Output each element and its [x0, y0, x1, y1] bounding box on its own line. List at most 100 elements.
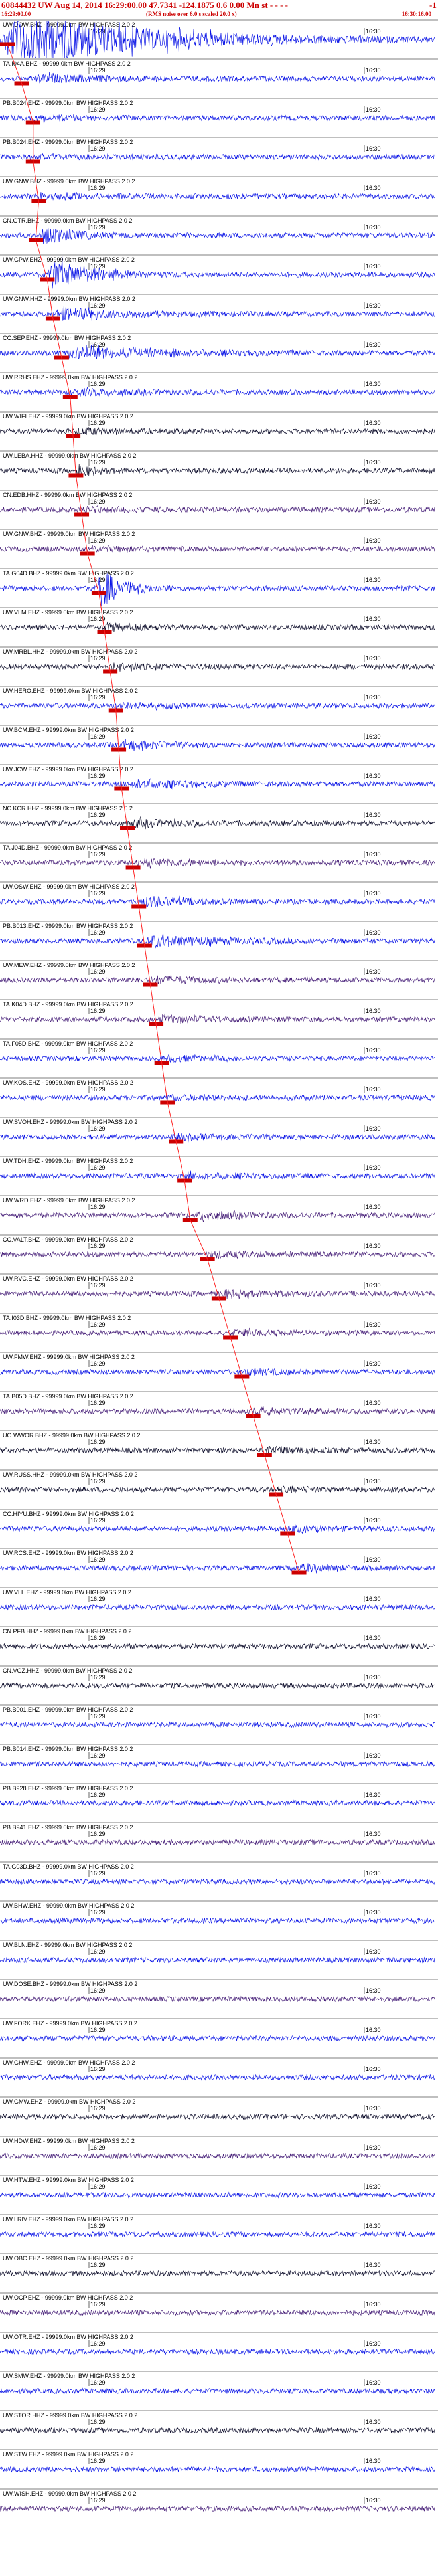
trace-time-end: 16:30: [366, 2144, 381, 2151]
trace-waveform: [0, 1054, 435, 1063]
trace-waveform: [0, 1604, 435, 1611]
trace-time-end: 16:30: [366, 381, 381, 387]
trace-channel-label: PB.B941.EHZ - 99999.0km BW HIGHPASS 2.0 …: [3, 1824, 133, 1831]
trace-time-end: 16:30: [366, 2066, 381, 2072]
trace-time-start: 16:29: [90, 2419, 106, 2425]
trace-time-end: 16:30: [366, 263, 381, 270]
trace-time-start: 16:29: [90, 2144, 106, 2151]
trace-waveform: [0, 2191, 435, 2199]
trace-time-end: 16:30: [366, 1752, 381, 1759]
trace-channel-label: UO.WWOR.BHZ - 99999.0km BW HIGHPASS 2.0 …: [3, 1432, 140, 1439]
trace-time-start: 16:29: [90, 968, 106, 975]
trace-time-start: 16:29: [90, 224, 106, 230]
trace-time-end: 16:30: [366, 2262, 381, 2268]
trace-channel-label: TA.F05D.BHZ - 99999.0km BW HIGHPASS 2.0 …: [3, 1040, 133, 1047]
trace-time-start: 16:29: [90, 1596, 106, 1602]
trace-waveform: [0, 2035, 435, 2042]
trace-time-end: 16:30: [366, 1360, 381, 1367]
trace-waveform: [0, 1249, 435, 1259]
trace-time-end: 16:30: [366, 616, 381, 622]
trace-time-start: 16:29: [90, 2223, 106, 2229]
trace-time-end: 16:30: [366, 420, 381, 426]
trace-time-end: 16:30: [366, 1125, 381, 1132]
trace-time-end: 16:30: [366, 2183, 381, 2190]
trace-time-start: 16:29: [90, 1752, 106, 1759]
trace-time-end: 16:30: [366, 537, 381, 544]
trace-time-start: 16:29: [90, 1360, 106, 1367]
trace-time-start: 16:29: [90, 1204, 106, 1210]
trace-time-start: 16:29: [90, 733, 106, 740]
trace-channel-label: UW.VLL.EHZ - 99999.0km BW HIGHPASS 2.0 2: [3, 1589, 131, 1596]
trace-time-end: 16:30: [366, 655, 381, 662]
trace-time-start: 16:29: [90, 1987, 106, 1994]
trace-waveform: [0, 974, 435, 984]
trace-channel-label: CN.EDB.HHZ - 99999.0km BW HIGHPASS 2.0 2: [3, 492, 132, 498]
trace-waveform: [0, 464, 435, 478]
trace-waveform: [0, 1682, 435, 1689]
trace-waveform: [0, 2231, 435, 2238]
trace-channel-label: UW.STW.EHZ - 99999.0km BW HIGHPASS 2.0 2: [3, 2451, 133, 2458]
trace-time-end: 16:30: [366, 812, 381, 818]
trace-time-end: 16:30: [366, 1792, 381, 1798]
trace-time-start: 16:29: [90, 577, 106, 583]
trace-channel-label: UW.OCP.EHZ - 99999.0km BW HIGHPASS 2.0 2: [3, 2294, 133, 2301]
trace-time-end: 16:30: [366, 1400, 381, 1406]
trace-channel-label: UW.SVOH.EHZ - 99999.0km BW HIGHPASS 2.0 …: [3, 1119, 137, 1125]
trace-waveform: [0, 1405, 435, 1416]
trace-time-end: 16:30: [366, 1321, 381, 1328]
trace-time-start: 16:29: [90, 2105, 106, 2112]
trace-waveform: [0, 1327, 435, 1337]
trace-time-start: 16:29: [90, 498, 106, 505]
trace-channel-label: UW.HDW.EHZ - 99999.0km BW HIGHPASS 2.0 2: [3, 2138, 135, 2144]
trace-waveform: [0, 2309, 435, 2316]
trace-channel-label: CC.HIYU.BHZ - 99999.0km BW HIGHPASS 2.0 …: [3, 1511, 134, 1517]
trace-time-end: 16:30: [366, 1047, 381, 1054]
trace-channel-label: UW.MRBL.HHZ - 99999.0km BW HIGHPASS 2.0 …: [3, 648, 137, 655]
trace-time-start: 16:29: [90, 106, 106, 113]
trace-channel-label: CN.PFB.HHZ - 99999.0km BW HIGHPASS 2.0 2: [3, 1628, 131, 1635]
trace-time-end: 16:30: [366, 459, 381, 466]
trace-channel-label: UW.GNW.HHZ - 99999.0km BW HIGHPASS 2.0 2: [3, 296, 135, 302]
trace-time-start: 16:29: [90, 2301, 106, 2308]
trace-time-start: 16:29: [90, 1909, 106, 1916]
trace-time-start: 16:29: [90, 2066, 106, 2072]
trace-time-end: 16:30: [366, 2027, 381, 2033]
trace-channel-label: PB.B024.EHZ - 99999.0km BW HIGHPASS 2.0 …: [3, 139, 133, 145]
trace-time-end: 16:30: [366, 1987, 381, 1994]
trace-channel-label: UW.RRHS.EHZ - 99999.0km BW HIGHPASS 2.0 …: [3, 374, 137, 381]
trace-channel-label: UW.GPW.EHZ - 99999.0km BW HIGHPASS 2.0 2: [3, 256, 135, 263]
trace-time-start: 16:29: [90, 1243, 106, 1249]
trace-channel-label: UW.OBC.EHZ - 99999.0km BW HIGHPASS 2.0 2: [3, 2255, 133, 2262]
trace-time-start: 16:29: [90, 1635, 106, 1641]
trace-time-end: 16:30: [366, 2301, 381, 2308]
trace-time-start: 16:29: [90, 1086, 106, 1093]
trace-time-start: 16:29: [90, 1125, 106, 1132]
trace-channel-label: UW.BCM.EHZ - 99999.0km BW HIGHPASS 2.0 2: [3, 727, 134, 733]
trace-channel-label: UW.MEW.EHZ - 99999.0km BW HIGHPASS 2.0 2: [3, 962, 135, 968]
trace-channel-label: UW.OSW.EHZ - 99999.0km BW HIGHPASS 2.0 2: [3, 883, 135, 890]
trace-channel-label: UW.KOS.EHZ - 99999.0km BW HIGHPASS 2.0 2: [3, 1079, 133, 1086]
trace-time-start: 16:29: [90, 1792, 106, 1798]
trace-time-end: 16:30: [366, 341, 381, 348]
trace-time-start: 16:29: [90, 1321, 106, 1328]
trace-channel-label: NC.KCR.HHZ - 99999.0km BW HIGHPASS 2.0 2: [3, 805, 133, 812]
trace-time-end: 16:30: [366, 694, 381, 701]
trace-channel-label: PB.B013.EHZ - 99999.0km BW HIGHPASS 2.0 …: [3, 923, 133, 929]
trace-channel-label: UW.LEBA.HHZ - 99999.0km BW HIGHPASS 2.0 …: [3, 452, 136, 459]
trace-time-end: 16:30: [366, 2223, 381, 2229]
trace-time-end: 16:30: [366, 2379, 381, 2386]
trace-time-start: 16:29: [90, 537, 106, 544]
trace-waveform: [0, 504, 435, 515]
trace-channel-label: UW.FMW.EHZ - 99999.0km BW HIGHPASS 2.0 2: [3, 1354, 135, 1360]
trace-time-end: 16:30: [366, 1948, 381, 1955]
trace-time-end: 16:30: [366, 577, 381, 583]
trace-time-start: 16:29: [90, 1400, 106, 1406]
trace-waveform: [0, 1170, 435, 1181]
trace-time-start: 16:29: [90, 890, 106, 897]
trace-time-end: 16:30: [366, 224, 381, 230]
trace-waveform: [0, 2466, 435, 2473]
trace-time-start: 16:29: [90, 1164, 106, 1171]
trace-time-end: 16:30: [366, 773, 381, 779]
trace-time-end: 16:30: [366, 2105, 381, 2112]
trace-waveform: [0, 72, 435, 84]
